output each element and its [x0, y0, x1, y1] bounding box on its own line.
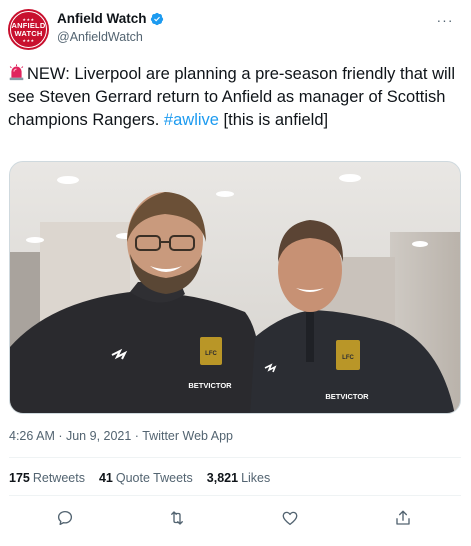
divider-top — [9, 457, 461, 458]
tweet-meta: 4:26 AM · Jun 9, 2021 · Twitter Web App — [9, 429, 233, 443]
hashtag-link[interactable]: #awlive — [164, 111, 219, 129]
police-siren-icon — [9, 64, 24, 81]
tweet-stats: 175 Retweets 41 Quote Tweets 3,821 Likes — [9, 471, 270, 485]
tweet-source-app[interactable]: Twitter Web App — [142, 429, 233, 443]
avatar-stars-bottom: ★★★ — [22, 37, 35, 43]
quote-tweets-stat[interactable]: 41 Quote Tweets — [99, 471, 193, 485]
left-chest-text: LFC — [205, 351, 217, 357]
reply-icon[interactable] — [52, 505, 78, 531]
avatar[interactable]: ★★★ ANFIELD WATCH ★★★ — [8, 9, 49, 50]
right-sponsor-text: BETVICTOR — [325, 392, 369, 401]
tweet-text-suffix: [this is anfield] — [218, 111, 329, 129]
tweet-time[interactable]: 4:26 AM — [9, 429, 55, 443]
verified-badge-icon — [150, 12, 163, 25]
retweets-label: Retweets — [32, 471, 85, 485]
tweet-photo[interactable]: LFC BETVICTOR LFC BETVICTOR — [9, 161, 461, 414]
like-icon[interactable] — [277, 505, 303, 531]
right-chest-text: LFC — [342, 355, 354, 361]
retweets-stat[interactable]: 175 Retweets — [9, 471, 85, 485]
tweet-actions — [0, 505, 471, 531]
likes-count: 3,821 — [206, 471, 239, 485]
author-display-name[interactable]: Anfield Watch — [57, 11, 147, 26]
likes-label: Likes — [241, 471, 271, 485]
meta-separator-2: · — [131, 429, 143, 443]
quotes-label: Quote Tweets — [115, 471, 193, 485]
tweet-text: NEW: Liverpool are planning a pre-season… — [8, 63, 463, 132]
quotes-count: 41 — [98, 471, 113, 485]
tweet-date[interactable]: Jun 9, 2021 — [66, 429, 131, 443]
share-icon[interactable] — [390, 505, 416, 531]
left-sponsor-text: BETVICTOR — [188, 381, 232, 390]
retweets-count: 175 — [9, 471, 30, 485]
author-handle[interactable]: @AnfieldWatch — [57, 30, 164, 44]
more-options-icon[interactable]: ··· — [433, 10, 457, 30]
divider-bottom — [9, 495, 461, 496]
tweet: ★★★ ANFIELD WATCH ★★★ Anfield Watch @Anf… — [0, 0, 471, 546]
author-names: Anfield Watch @AnfieldWatch — [57, 11, 164, 44]
retweet-icon[interactable] — [164, 505, 190, 531]
photo-illustration: LFC BETVICTOR LFC BETVICTOR — [10, 162, 460, 413]
meta-separator: · — [54, 429, 66, 443]
avatar-text-bottom: WATCH — [14, 28, 43, 38]
likes-stat[interactable]: 3,821 Likes — [207, 471, 270, 485]
